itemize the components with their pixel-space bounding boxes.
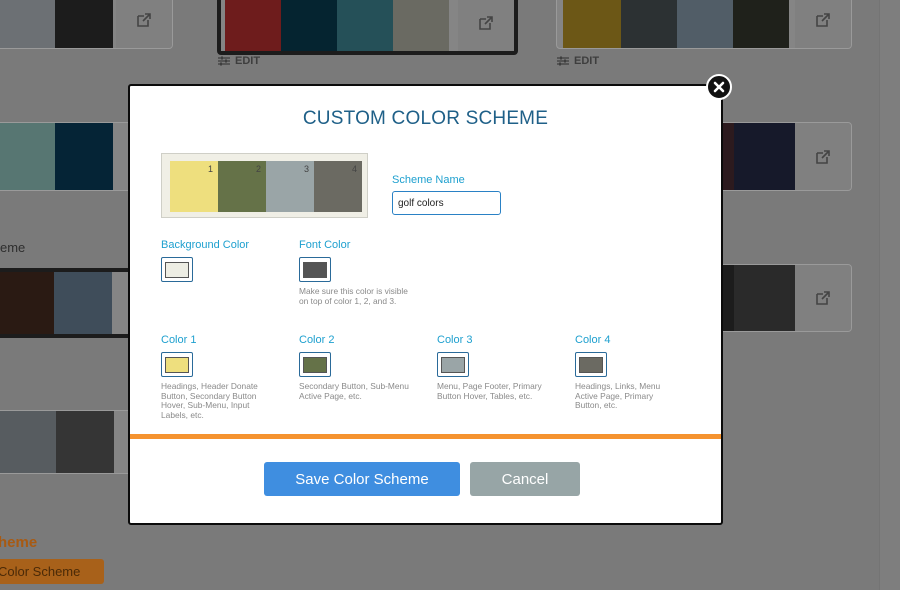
sliders-icon — [218, 56, 230, 66]
color-1-help: Headings, Header Donate Button, Secondar… — [161, 381, 258, 420]
scheme-name-input[interactable] — [392, 191, 501, 215]
font-color-chip — [303, 261, 327, 278]
color-3-picker[interactable] — [437, 352, 469, 377]
add-color-scheme-button[interactable]: Color Scheme — [0, 559, 104, 584]
color-2-label: Color 2 — [299, 334, 335, 346]
external-link-icon — [137, 12, 151, 27]
cancel-button[interactable]: Cancel — [470, 462, 580, 496]
custom-color-scheme-modal: CUSTOM COLOR SCHEME 1 2 3 4 Scheme Name … — [128, 84, 723, 525]
background-color-label: Background Color — [161, 239, 250, 251]
edit-label: EDIT — [574, 55, 600, 67]
preview-swatch-2: 2 — [218, 161, 266, 212]
modal-divider — [130, 434, 721, 439]
color-3-chip — [441, 356, 465, 373]
section-heading: heme — [0, 534, 38, 551]
close-icon — [713, 81, 725, 93]
edit-link[interactable]: EDIT — [557, 55, 599, 67]
sliders-icon — [557, 56, 569, 66]
color-1-picker[interactable] — [161, 352, 193, 377]
preview-swatch-4: 4 — [314, 161, 362, 212]
scheme-card-title: eme — [0, 240, 26, 255]
color-3-label: Color 3 — [437, 334, 473, 346]
scheme-preview: 1 2 3 4 — [161, 153, 368, 218]
color-4-chip — [579, 356, 603, 373]
modal-title: CUSTOM COLOR SCHEME — [302, 108, 549, 129]
background-color-picker[interactable] — [161, 257, 193, 282]
preview-swatch-3: 3 — [266, 161, 314, 212]
save-color-scheme-button[interactable]: Save Color Scheme — [264, 462, 460, 496]
scheme-card[interactable] — [217, 0, 518, 55]
preview-number: 2 — [255, 164, 261, 174]
preview-swatch-1: 1 — [170, 161, 218, 212]
font-color-label: Font Color — [299, 239, 351, 251]
color-4-picker[interactable] — [575, 352, 607, 377]
external-link-icon — [479, 15, 493, 30]
edit-link[interactable]: EDIT — [218, 55, 260, 67]
font-color-help: Make sure this color is visible on top o… — [299, 286, 408, 306]
color-2-chip — [303, 356, 327, 373]
preview-number: 3 — [303, 164, 309, 174]
edit-label: EDIT — [235, 55, 261, 67]
external-link-button[interactable] — [795, 265, 851, 331]
color-4-help: Headings, Links, Menu Active Page, Prima… — [575, 381, 661, 411]
external-link-icon — [816, 12, 830, 27]
scheme-card[interactable] — [0, 0, 173, 49]
scheme-name-label: Scheme Name — [392, 174, 465, 186]
color-1-label: Color 1 — [161, 334, 197, 346]
external-link-button[interactable] — [458, 0, 514, 51]
external-link-button[interactable] — [116, 0, 172, 48]
color-1-chip — [165, 356, 189, 373]
scrollbar[interactable] — [879, 0, 900, 590]
external-link-button[interactable] — [795, 0, 851, 48]
external-link-icon — [816, 149, 830, 164]
color-4-label: Color 4 — [575, 334, 611, 346]
color-2-picker[interactable] — [299, 352, 331, 377]
preview-number: 1 — [207, 164, 213, 174]
font-color-picker[interactable] — [299, 257, 331, 282]
preview-number: 4 — [351, 164, 357, 174]
scheme-card[interactable] — [556, 0, 852, 49]
external-link-button[interactable] — [795, 123, 851, 190]
color-2-help: Secondary Button, Sub-Menu Active Page, … — [299, 381, 409, 401]
external-link-icon — [816, 291, 830, 305]
background-color-chip — [165, 261, 189, 278]
color-3-help: Menu, Page Footer, Primary Button Hover,… — [437, 381, 542, 401]
close-button[interactable] — [706, 74, 732, 100]
